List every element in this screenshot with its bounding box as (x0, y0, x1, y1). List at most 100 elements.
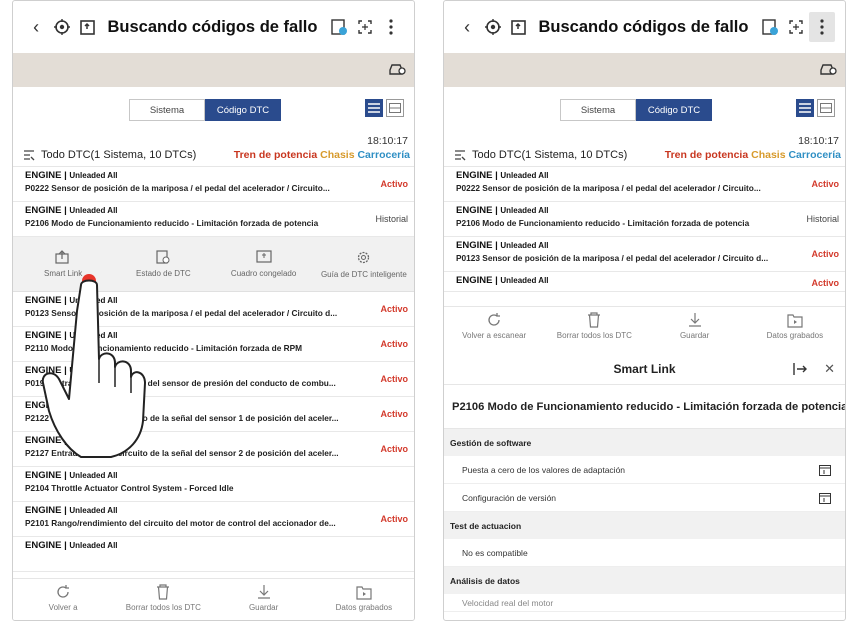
function-row: No es compatible (444, 539, 845, 567)
dtc-description: P0222 Sensor de posición de la mariposa … (25, 183, 330, 193)
all-dtc-label: Todo DTC(1 Sistema, 10 DTCs) (41, 149, 197, 161)
dtc-row[interactable]: ENGINE | Unleaded All P2104 Throttle Act… (13, 467, 414, 502)
grid-view-icon[interactable] (817, 99, 835, 117)
smart-link-button[interactable]: Smart Link (13, 237, 113, 291)
function-row[interactable]: Velocidad real del motor (444, 594, 845, 612)
save-button[interactable]: Guardar (645, 307, 745, 353)
car-settings-icon[interactable] (388, 60, 406, 81)
expand-icon[interactable] (793, 362, 807, 381)
clear-all-dtc-button[interactable]: Borrar todos los DTC (544, 307, 644, 353)
action-bar: Volver a escanear Borrar todos los DTC G… (444, 306, 845, 353)
video-folder-icon (356, 586, 372, 600)
freeze-frame-icon (256, 250, 272, 263)
section-data-analysis: Análisis de datos (444, 567, 845, 594)
tab-dtc[interactable]: Código DTC (636, 99, 712, 121)
dtc-row[interactable]: ENGINE | Unleaded All P2127 Entrada baja… (13, 432, 414, 467)
bottom-bar: Volver a Borrar todos los DTC Guardar Da… (13, 578, 414, 620)
status-badge: Activo (380, 179, 408, 189)
list-view-icon[interactable] (365, 99, 383, 117)
dtc-row[interactable]: ENGINE | Unleaded All P0123 Sensor de po… (444, 237, 845, 272)
clear-all-dtc-button[interactable]: Borrar todos los DTC (113, 579, 213, 620)
vehicle-strip (444, 53, 845, 87)
filter-chasis[interactable]: Chasis (320, 149, 354, 161)
list-view-icon[interactable] (796, 99, 814, 117)
top-bar: ‹ Buscando códigos de fallo (444, 1, 845, 53)
more-icon[interactable] (378, 12, 404, 42)
filter-carroceria[interactable]: Carrocería (788, 149, 841, 161)
dtc-row[interactable]: ENGINE | Unleaded All P0123 Sensor de po… (13, 292, 414, 327)
freeze-frame-button[interactable]: Cuadro congelado (214, 237, 314, 291)
gear-icon (358, 251, 370, 263)
section-actuation: Test de actuacion (444, 512, 845, 539)
left-screen: ‹ Buscando códigos de fallo Sistema Códi… (12, 0, 415, 621)
smart-link-title: Smart Link (613, 361, 676, 376)
download-icon (688, 313, 701, 327)
all-dtc-filter[interactable]: Todo DTC(1 Sistema, 10 DTCs) (23, 149, 196, 161)
dtc-status-button[interactable]: Estado de DTC (113, 237, 213, 291)
smart-dtc-guide-button[interactable]: Guía de DTC inteligente (314, 237, 414, 291)
filter-carroceria[interactable]: Carrocería (357, 149, 410, 161)
smart-link-panel: Smart Link ✕ P2106 Modo de Funcionamient… (444, 353, 845, 612)
rescan-button[interactable]: Volver a escanear (444, 307, 544, 353)
status-badge: Historial (375, 214, 408, 224)
vehicle-strip (13, 53, 414, 87)
calendar-icon[interactable] (819, 464, 831, 478)
download-icon (257, 585, 270, 599)
back-icon[interactable]: ‹ (454, 12, 480, 42)
tab-dtc[interactable]: Código DTC (205, 99, 281, 121)
dtc-row[interactable]: ENGINE | Unleaded All P2106 Modo de Func… (444, 202, 845, 237)
save-button[interactable]: Guardar (214, 579, 314, 620)
page-title: Buscando códigos de fallo (107, 17, 318, 36)
dtc-row[interactable]: ENGINE | Unleaded All (13, 537, 414, 572)
dtc-row[interactable]: ENGINE | Unleaded All P0222 Sensor de po… (444, 167, 845, 202)
tab-system[interactable]: Sistema (129, 99, 205, 121)
function-row[interactable]: Puesta a cero de los valores de adaptaci… (444, 456, 845, 484)
function-row[interactable]: Configuración de versión (444, 484, 845, 512)
dtc-row[interactable]: ENGINE | Unleaded All P0222 Sensor de po… (13, 167, 414, 202)
dtc-description: P2106 Modo de Funcionamiento reducido - … (25, 218, 319, 228)
dtc-row-partial[interactable]: ENGINE | Unleaded All Activo (444, 272, 845, 292)
recorded-data-button[interactable]: Datos grabados (314, 579, 414, 620)
all-dtc-filter[interactable]: Todo DTC(1 Sistema, 10 DTCs) (454, 149, 627, 161)
dtc-row[interactable]: ENGINE | Unleaded All P2101 Rango/rendim… (13, 502, 414, 537)
filter-icon (24, 150, 35, 161)
dtc-row-selected[interactable]: ENGINE | Unleaded All P2106 Modo de Func… (13, 202, 414, 237)
car-settings-icon[interactable] (819, 60, 837, 81)
fullscreen-icon[interactable] (352, 12, 378, 42)
scan-icon[interactable] (49, 12, 75, 42)
video-folder-icon (787, 314, 803, 328)
close-icon[interactable]: ✕ (824, 361, 835, 377)
dtc-row[interactable]: ENGINE | Unleaded All P2122 Entrada baja… (13, 397, 414, 432)
filter-tren[interactable]: Tren de potencia (665, 149, 748, 161)
vci-icon[interactable] (325, 12, 351, 42)
export-icon[interactable] (506, 12, 532, 42)
scan-icon[interactable] (480, 12, 506, 42)
filter-icon (455, 150, 466, 161)
smart-link-dtc: P2106 Modo de Funcionamiento reducido - … (444, 385, 845, 429)
filter-chasis[interactable]: Chasis (751, 149, 785, 161)
back-icon[interactable]: ‹ (23, 12, 49, 42)
top-bar: ‹ Buscando códigos de fallo (13, 1, 414, 53)
dtc-row[interactable]: ENGINE | Unleaded All P0193 Entrada alta… (13, 362, 414, 397)
filter-tren[interactable]: Tren de potencia (234, 149, 317, 161)
dtc-row[interactable]: ENGINE | Unleaded All P2110 Modo de Func… (13, 327, 414, 362)
trash-icon (588, 312, 601, 328)
tabs-row: Sistema Código DTC (444, 87, 845, 129)
timestamp: 18:10:17 (367, 135, 408, 147)
more-icon[interactable] (808, 12, 835, 42)
rescan-button[interactable]: Volver a (13, 579, 113, 620)
tabs-row: Sistema Código DTC (13, 87, 414, 129)
fullscreen-icon[interactable] (783, 12, 809, 42)
calendar-icon[interactable] (819, 492, 831, 506)
grid-view-icon[interactable] (386, 99, 404, 117)
tab-system[interactable]: Sistema (560, 99, 636, 121)
smart-link-header: Smart Link ✕ (444, 353, 845, 385)
all-dtc-label: Todo DTC(1 Sistema, 10 DTCs) (472, 149, 628, 161)
vci-icon[interactable] (756, 12, 782, 42)
export-icon[interactable] (75, 12, 101, 42)
page-title: Buscando códigos de fallo (538, 17, 749, 36)
recorded-data-button[interactable]: Datos grabados (745, 307, 845, 353)
trash-icon (157, 584, 170, 600)
dtc-summary: 18:10:17 Todo DTC(1 Sistema, 10 DTCs) Tr… (444, 129, 845, 167)
share-icon (55, 250, 69, 264)
